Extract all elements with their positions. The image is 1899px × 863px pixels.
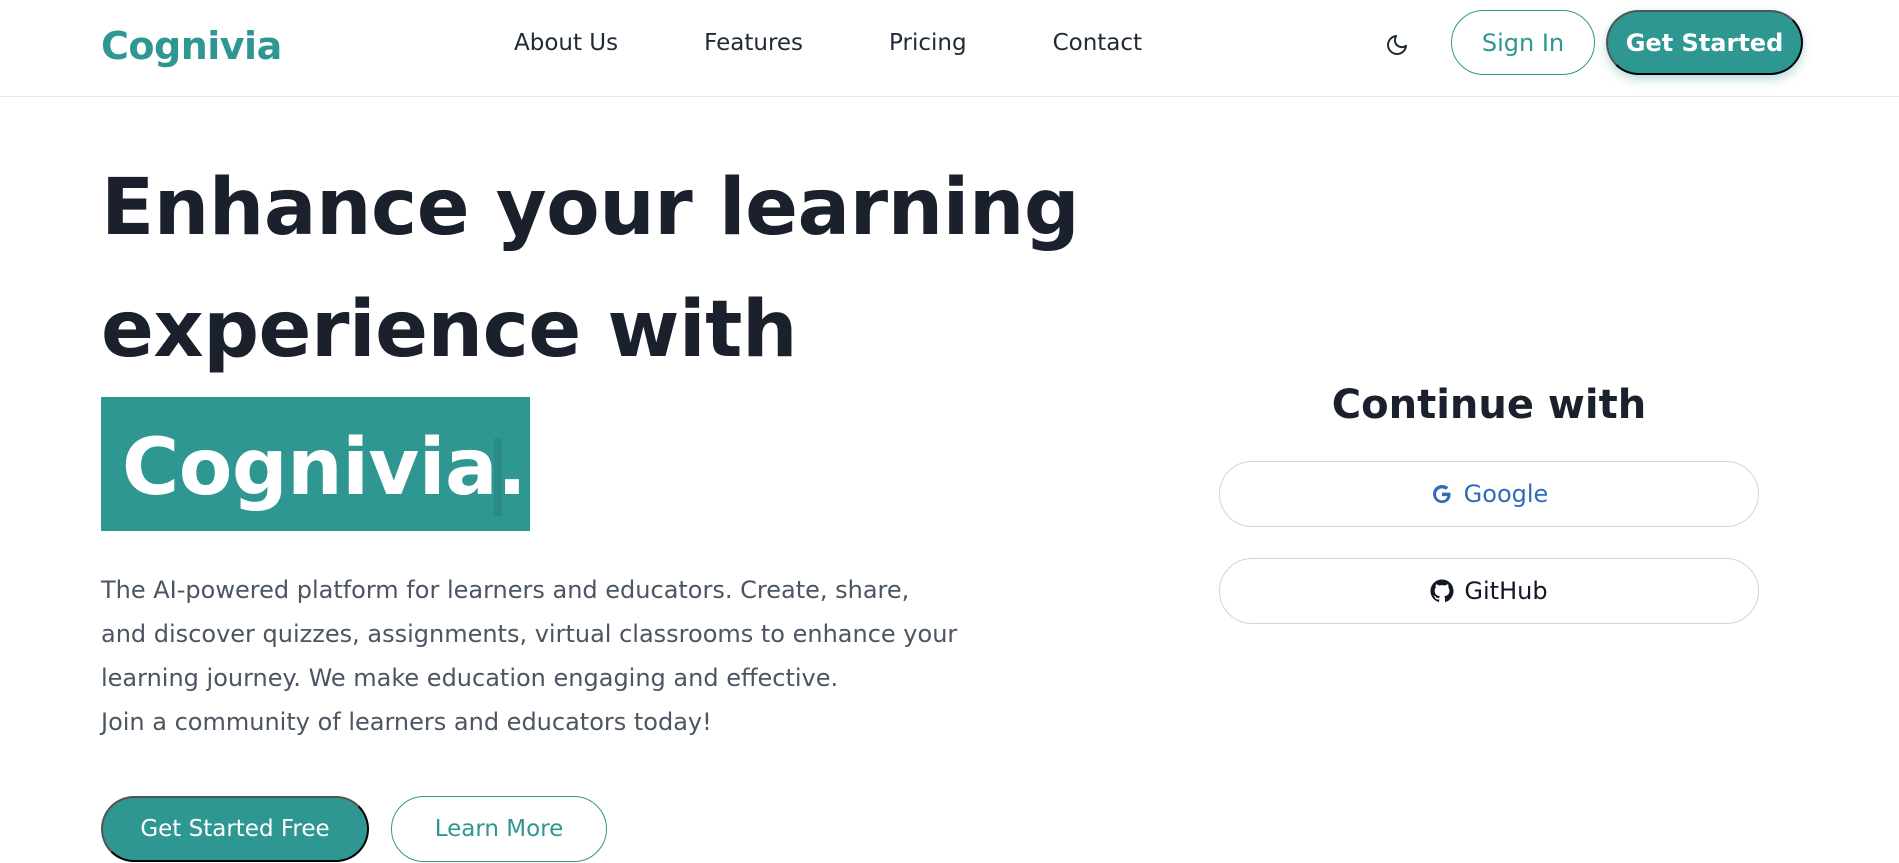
hero-description: The AI-powered platform for learners and… (101, 568, 981, 744)
brand-logo[interactable]: Cognivia (101, 24, 282, 68)
nav-item-pricing[interactable]: Pricing (889, 26, 967, 60)
google-login-label: Google (1463, 480, 1549, 508)
google-login-button[interactable]: Google (1219, 461, 1759, 527)
hero-description-line: Join a community of learners and educato… (101, 708, 712, 736)
get-started-button[interactable]: Get Started (1606, 10, 1803, 75)
main-nav: About Us Features Pricing Contact (514, 26, 1228, 60)
typing-cursor (494, 438, 502, 516)
top-navbar: Cognivia About Us Features Pricing Conta… (0, 0, 1899, 97)
hero-heading-line-1: Enhance your learning (101, 163, 1080, 253)
hero-description-line: The AI-powered platform for learners and… (101, 576, 910, 604)
github-login-label: GitHub (1464, 577, 1548, 605)
hero-highlight-text: Cognivia. (122, 423, 527, 513)
github-login-button[interactable]: GitHub (1219, 558, 1759, 624)
theme-toggle-button[interactable] (1380, 28, 1414, 62)
continue-with-title: Continue with (1331, 382, 1647, 428)
hero-description-line: learning journey. We make education enga… (101, 664, 839, 692)
nav-item-features[interactable]: Features (704, 26, 803, 60)
nav-item-about-us[interactable]: About Us (514, 26, 618, 60)
get-started-free-button[interactable]: Get Started Free (101, 796, 369, 862)
hero-heading-line-2: experience with (101, 285, 798, 375)
nav-item-contact[interactable]: Contact (1053, 26, 1142, 60)
learn-more-button[interactable]: Learn More (391, 796, 607, 862)
hero-description-line: and discover quizzes, assignments, virtu… (101, 620, 958, 648)
google-icon (1430, 482, 1454, 506)
sign-in-button[interactable]: Sign In (1451, 10, 1595, 75)
github-icon (1430, 579, 1454, 603)
moon-icon (1387, 35, 1407, 55)
